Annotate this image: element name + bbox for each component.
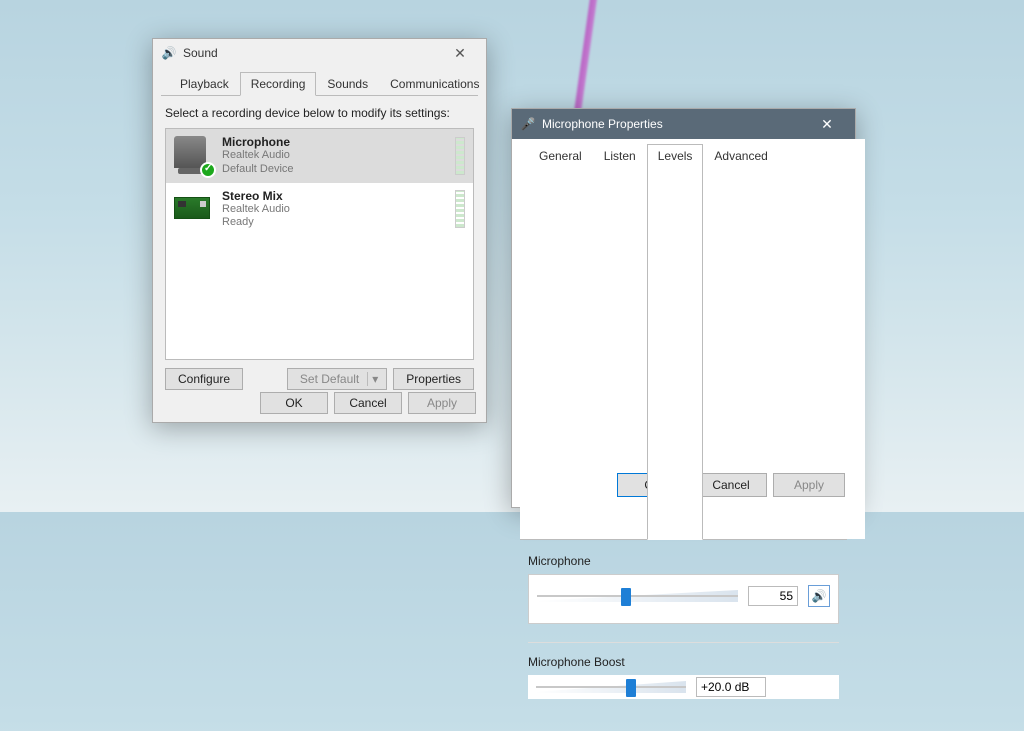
device-status: Ready — [222, 216, 290, 230]
cancel-button[interactable]: Cancel — [334, 392, 402, 414]
device-name: Microphone — [222, 135, 294, 149]
set-default-label: Set Default — [300, 372, 359, 386]
instruction-text: Select a recording device below to modif… — [165, 106, 474, 120]
mic-boost-group: Microphone Boost +20.0 dB — [528, 655, 839, 699]
tab-playback[interactable]: Playback — [169, 72, 240, 96]
properties-button[interactable]: Properties — [393, 368, 474, 390]
soundcard-icon — [174, 189, 214, 229]
mic-level-value[interactable]: 55 — [748, 586, 798, 606]
sound-dialog: 🔊 Sound ✕ Playback Recording Sounds Comm… — [152, 38, 487, 423]
close-icon[interactable]: ✕ — [442, 43, 478, 63]
apply-button[interactable]: Apply — [408, 392, 476, 414]
microphone-icon — [174, 136, 214, 176]
device-driver: Realtek Audio — [222, 203, 290, 217]
device-driver: Realtek Audio — [222, 149, 294, 163]
tab-communications[interactable]: Communications — [379, 72, 490, 96]
mic-level-label: Microphone — [528, 554, 839, 568]
tab-general[interactable]: General — [528, 144, 593, 540]
mic-level-group: Microphone 55 🔊 — [528, 554, 839, 624]
speaker-icon[interactable]: 🔊 — [808, 585, 830, 607]
device-status: Default Device — [222, 163, 294, 177]
microphone-icon: 🎤 — [520, 116, 536, 132]
device-row-stereo-mix[interactable]: Stereo Mix Realtek Audio Ready — [166, 183, 473, 237]
props-titlebar[interactable]: 🎤 Microphone Properties ✕ — [512, 109, 855, 139]
configure-button[interactable]: Configure — [165, 368, 243, 390]
ok-button[interactable]: OK — [260, 392, 328, 414]
divider — [528, 642, 839, 643]
apply-button[interactable]: Apply — [773, 473, 845, 497]
sound-title: Sound — [183, 46, 218, 60]
mic-boost-value[interactable]: +20.0 dB — [696, 677, 766, 697]
chevron-down-icon[interactable]: ▾ — [367, 372, 382, 386]
sound-icon: 🔊 — [161, 45, 177, 61]
device-name: Stereo Mix — [222, 189, 290, 203]
sound-titlebar[interactable]: 🔊 Sound ✕ — [153, 39, 486, 67]
level-meter — [455, 190, 465, 228]
mic-properties-dialog: 🎤 Microphone Properties ✕ General Listen… — [511, 108, 856, 508]
cancel-button[interactable]: Cancel — [695, 473, 767, 497]
default-check-icon — [200, 162, 216, 178]
device-row-microphone[interactable]: Microphone Realtek Audio Default Device — [166, 129, 473, 183]
mic-boost-slider[interactable] — [536, 677, 686, 697]
mic-level-slider[interactable] — [537, 586, 738, 606]
mic-boost-label: Microphone Boost — [528, 655, 839, 669]
set-default-button[interactable]: Set Default ▾ — [287, 368, 387, 390]
tab-sounds[interactable]: Sounds — [316, 72, 379, 96]
device-list: Microphone Realtek Audio Default Device … — [165, 128, 474, 360]
tab-recording[interactable]: Recording — [240, 72, 317, 96]
level-meter — [455, 137, 465, 175]
tab-levels[interactable]: Levels — [647, 144, 704, 540]
close-icon[interactable]: ✕ — [807, 114, 847, 134]
sound-tabs: Playback Recording Sounds Communications — [161, 67, 478, 95]
props-title: Microphone Properties — [542, 117, 663, 131]
